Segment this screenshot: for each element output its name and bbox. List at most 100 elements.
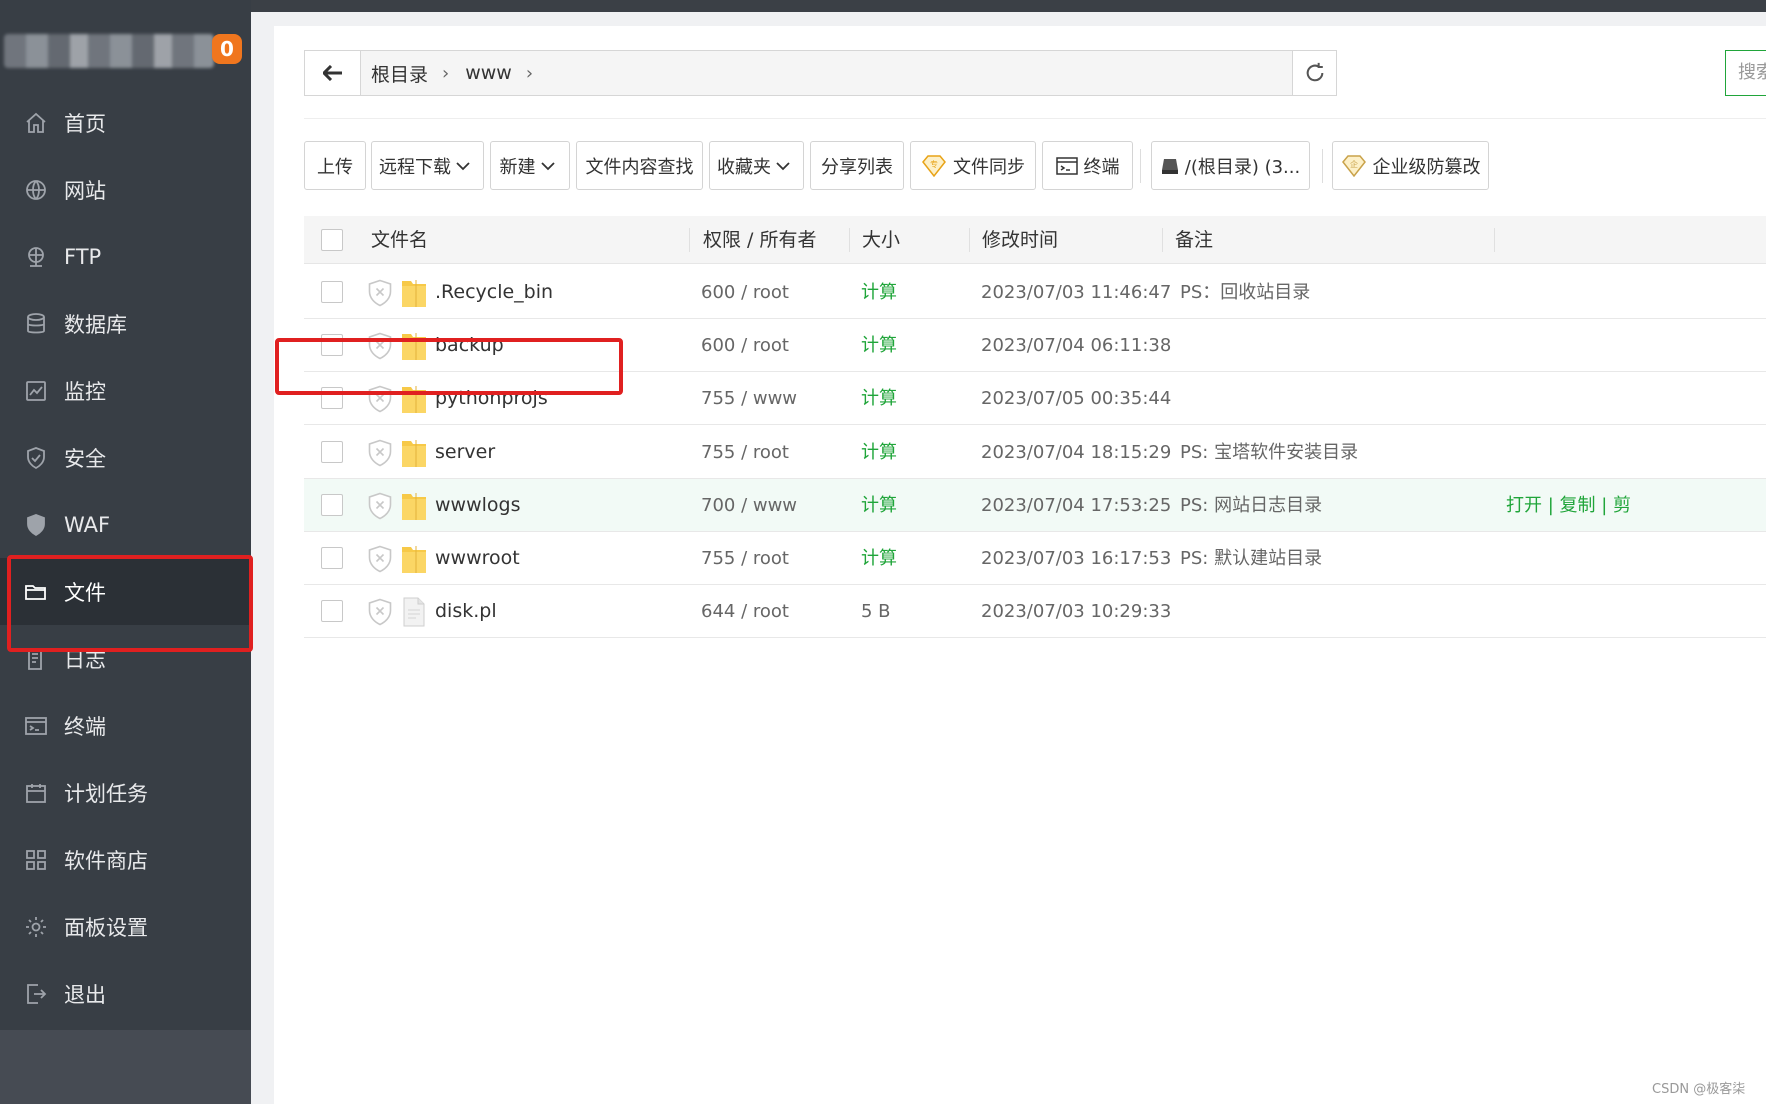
breadcrumb-label: www bbox=[465, 62, 512, 84]
shield-icon[interactable] bbox=[367, 385, 393, 413]
column-header-size[interactable]: 大小 bbox=[862, 216, 900, 264]
user-header[interactable]: 0 bbox=[0, 30, 251, 88]
sidebar-item-logs[interactable]: 日志 bbox=[0, 625, 251, 692]
shield-icon[interactable] bbox=[367, 439, 393, 467]
favorites-button[interactable]: 收藏夹 bbox=[709, 141, 804, 190]
column-header-note[interactable]: 备注 bbox=[1175, 216, 1213, 264]
file-name[interactable]: .Recycle_bin bbox=[435, 266, 553, 319]
row-checkbox[interactable] bbox=[321, 334, 343, 357]
folder-icon bbox=[400, 543, 428, 575]
shield-icon[interactable] bbox=[367, 492, 393, 520]
row-checkbox[interactable] bbox=[321, 387, 343, 410]
button-label: 上传 bbox=[317, 156, 353, 178]
content-search-button[interactable]: 文件内容查找 bbox=[576, 141, 703, 190]
refresh-button[interactable] bbox=[1292, 51, 1336, 95]
remote-download-button[interactable]: 远程下载 bbox=[371, 141, 484, 190]
sidebar-item-ftp[interactable]: FTP bbox=[0, 223, 251, 290]
file-permission[interactable]: 600 / root bbox=[701, 319, 789, 372]
column-separator bbox=[689, 228, 690, 252]
sidebar-item-monitor[interactable]: 监控 bbox=[0, 357, 251, 424]
sidebar-item-waf[interactable]: WAF bbox=[0, 491, 251, 558]
file-name[interactable]: pythonprojs bbox=[435, 372, 548, 425]
column-header-name[interactable]: 文件名 bbox=[371, 216, 428, 264]
file-icon bbox=[400, 596, 428, 628]
sidebar-item-website[interactable]: 网站 bbox=[0, 156, 251, 223]
file-note[interactable]: PS: 默认建站目录 bbox=[1180, 532, 1322, 585]
upload-button[interactable]: 上传 bbox=[304, 141, 366, 190]
shield-icon[interactable] bbox=[367, 598, 393, 626]
file-size[interactable]: 计算 bbox=[861, 319, 897, 372]
file-permission[interactable]: 755 / root bbox=[701, 426, 789, 479]
shield-icon[interactable] bbox=[367, 279, 393, 307]
table-row[interactable]: wwwlogs 700 / www 计算 2023/07/04 17:53:25 PS:… bbox=[304, 478, 1766, 532]
chevron-down-icon bbox=[456, 161, 470, 170]
file-name[interactable]: server bbox=[435, 426, 495, 479]
sidebar-item-terminal[interactable]: 终端 bbox=[0, 692, 251, 759]
search-input[interactable]: 搜索 bbox=[1725, 50, 1766, 96]
file-note[interactable]: PS：回收站目录 bbox=[1180, 266, 1310, 319]
sidebar-item-cron[interactable]: 计划任务 bbox=[0, 759, 251, 826]
file-permission[interactable]: 755 / root bbox=[701, 532, 789, 585]
file-permission[interactable]: 600 / root bbox=[701, 266, 789, 319]
shield-icon[interactable] bbox=[367, 332, 393, 360]
file-size[interactable]: 计算 bbox=[861, 372, 897, 425]
row-actions[interactable]: 打开 | 复制 | 剪 bbox=[1506, 479, 1631, 532]
column-header-permission[interactable]: 权限 / 所有者 bbox=[703, 216, 816, 264]
table-row[interactable]: .Recycle_bin 600 / root 计算 2023/07/03 11:46… bbox=[304, 266, 1766, 319]
file-name[interactable]: disk.pl bbox=[435, 585, 497, 638]
file-size[interactable]: 计算 bbox=[861, 426, 897, 479]
tamper-proof-button[interactable]: 企 企业级防篡改 bbox=[1332, 141, 1489, 190]
file-name[interactable]: wwwroot bbox=[435, 532, 520, 585]
terminal-button[interactable]: 终端 bbox=[1042, 141, 1133, 190]
new-button[interactable]: 新建 bbox=[490, 141, 570, 190]
file-name[interactable]: wwwlogs bbox=[435, 479, 520, 532]
breadcrumb-item-www[interactable]: www › bbox=[465, 62, 549, 84]
select-all-checkbox[interactable] bbox=[321, 229, 343, 251]
table-row[interactable]: disk.pl 644 / root 5 B 2023/07/03 10:29:33 bbox=[304, 585, 1766, 639]
file-permission[interactable]: 644 / root bbox=[701, 585, 789, 638]
disk-button[interactable]: /(根目录) (3... bbox=[1151, 141, 1310, 190]
table-row[interactable]: pythonprojs 755 / www 计算 2023/07/05 00:35:4… bbox=[304, 372, 1766, 426]
file-name[interactable]: backup bbox=[435, 319, 504, 372]
sidebar-item-label: 日志 bbox=[64, 647, 106, 672]
back-button[interactable] bbox=[305, 51, 361, 95]
sidebar-item-settings[interactable]: 面板设置 bbox=[0, 893, 251, 960]
file-size[interactable]: 计算 bbox=[861, 532, 897, 585]
share-list-button[interactable]: 分享列表 bbox=[810, 141, 904, 190]
file-sync-button[interactable]: 专 文件同步 bbox=[910, 141, 1036, 190]
file-size[interactable]: 计算 bbox=[861, 266, 897, 319]
ftp-icon bbox=[22, 243, 50, 271]
sidebar-item-logout[interactable]: 退出 bbox=[0, 960, 251, 1027]
sidebar-item-appstore[interactable]: 软件商店 bbox=[0, 826, 251, 893]
row-checkbox[interactable] bbox=[321, 600, 343, 623]
row-checkbox[interactable] bbox=[321, 547, 343, 569]
sidebar-item-home[interactable]: 首页 bbox=[0, 89, 251, 156]
table-row[interactable]: server 755 / root 计算 2023/07/04 18:15:29 PS:… bbox=[304, 426, 1766, 479]
row-checkbox[interactable] bbox=[321, 440, 343, 463]
breadcrumb-label: 根目录 bbox=[371, 63, 429, 86]
column-header-mtime[interactable]: 修改时间 bbox=[982, 216, 1058, 264]
sidebar-item-security[interactable]: 安全 bbox=[0, 424, 251, 491]
row-checkbox[interactable] bbox=[321, 281, 343, 303]
file-permission[interactable]: 700 / www bbox=[701, 479, 797, 532]
notification-badge[interactable]: 0 bbox=[212, 34, 242, 64]
hard-drive-icon bbox=[1161, 158, 1178, 174]
file-size[interactable]: 计算 bbox=[861, 479, 897, 532]
file-note[interactable]: PS: 网站日志目录 bbox=[1180, 479, 1322, 532]
chevron-down-icon bbox=[540, 161, 555, 170]
shield-icon[interactable] bbox=[367, 545, 393, 573]
table-row[interactable]: wwwroot 755 / root 计算 2023/07/03 16:17:53 PS… bbox=[304, 532, 1766, 585]
sidebar-item-database[interactable]: 数据库 bbox=[0, 290, 251, 357]
file-note[interactable]: PS: 宝塔软件安装目录 bbox=[1180, 426, 1358, 479]
file-permission[interactable]: 755 / www bbox=[701, 372, 797, 425]
shield-icon bbox=[22, 444, 50, 472]
row-checkbox[interactable] bbox=[321, 493, 343, 516]
chevron-right-icon: › bbox=[442, 62, 450, 84]
folder-icon bbox=[400, 383, 428, 415]
sidebar-item-label: 首页 bbox=[64, 111, 106, 136]
file-mtime: 2023/07/04 17:53:25 bbox=[981, 494, 1172, 516]
breadcrumb-item-root[interactable]: 根目录 › bbox=[371, 60, 465, 87]
column-separator bbox=[849, 228, 850, 252]
table-row[interactable]: backup 600 / root 计算 2023/07/04 06:11:38 bbox=[304, 319, 1766, 373]
sidebar-item-files[interactable]: 文件 bbox=[0, 558, 251, 625]
